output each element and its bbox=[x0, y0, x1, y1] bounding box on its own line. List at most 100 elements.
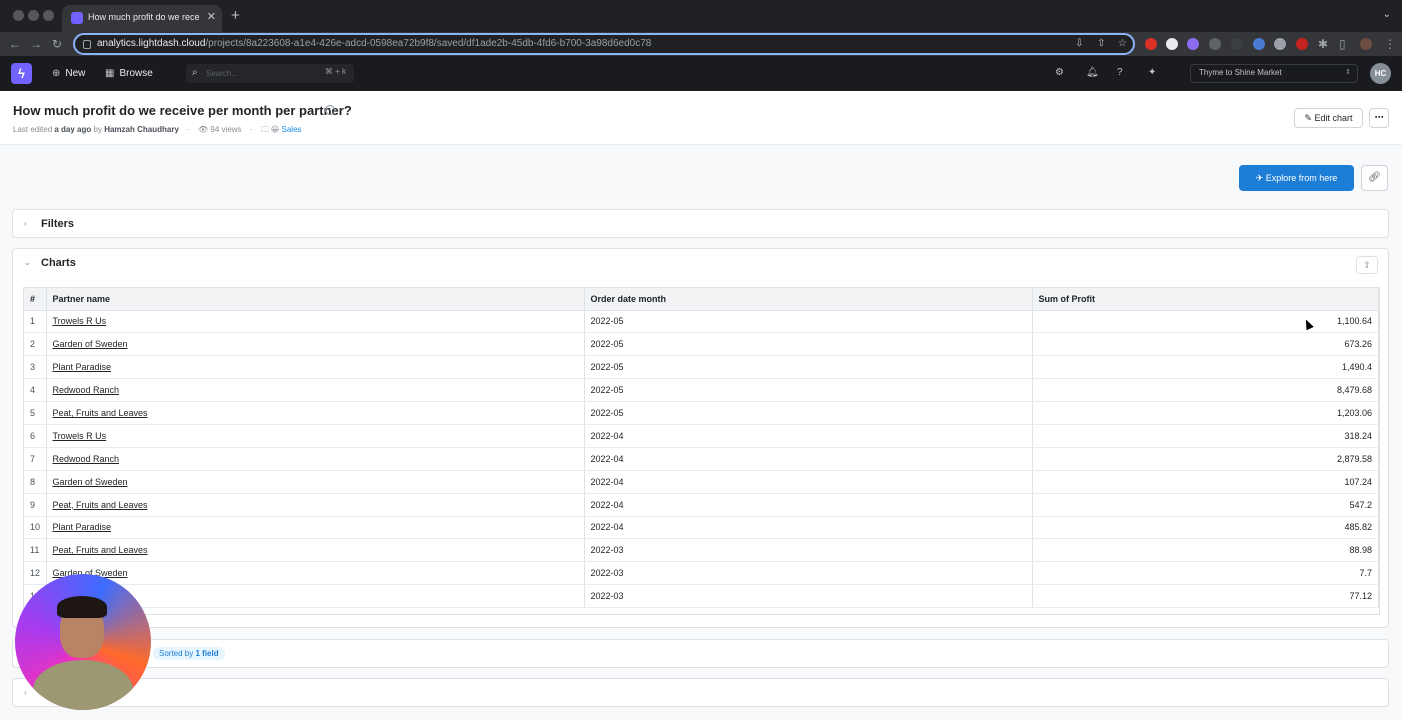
browser-menu-icon[interactable]: ⋮ bbox=[1384, 35, 1396, 53]
table-row[interactable]: 3 Plant Paradise 2022-05 1,490.4 bbox=[24, 355, 1379, 380]
explore-from-here-button[interactable]: ✈ Explore from here bbox=[1239, 165, 1354, 191]
window-close-dot[interactable] bbox=[13, 10, 24, 21]
profit-cell[interactable]: 7.7 bbox=[1032, 561, 1379, 586]
partner-cell[interactable]: Redwood Ranch bbox=[46, 447, 585, 471]
table-row[interactable]: 11 Peat, Fruits and Leaves 2022-03 88.98 bbox=[24, 538, 1379, 563]
export-icon[interactable]: ⇪ bbox=[1356, 256, 1378, 274]
partner-cell[interactable]: Peat, Fruits and Leaves bbox=[46, 493, 585, 517]
profit-cell[interactable]: 1,490.4 bbox=[1032, 355, 1379, 380]
partner-cell[interactable]: Garden of Sweden bbox=[46, 561, 585, 586]
bookmark-star-icon[interactable]: ☆ bbox=[1118, 38, 1127, 49]
table-row[interactable]: 8 Garden of Sweden 2022-04 107.24 bbox=[24, 470, 1379, 494]
partner-cell[interactable]: Peat, Fruits and Leaves bbox=[46, 401, 585, 425]
month-cell[interactable]: 2022-05 bbox=[584, 401, 1033, 425]
profit-cell[interactable]: 673.26 bbox=[1032, 332, 1379, 357]
partner-link[interactable]: Garden of Sweden bbox=[53, 339, 128, 349]
month-cell[interactable]: 2022-04 bbox=[584, 447, 1033, 471]
partner-link[interactable]: Peat, Fruits and Leaves bbox=[53, 408, 148, 418]
extensions-puzzle-icon[interactable]: ✱ bbox=[1318, 35, 1328, 53]
month-cell[interactable]: 2022-05 bbox=[584, 378, 1033, 403]
table-row[interactable]: 2 Garden of Sweden 2022-05 673.26 bbox=[24, 332, 1379, 357]
table-row[interactable]: 1 Trowels R Us 2022-05 1,100.64 bbox=[24, 310, 1379, 334]
month-cell[interactable]: 2022-04 bbox=[584, 493, 1033, 517]
extension-pen-icon[interactable] bbox=[1253, 38, 1265, 50]
install-app-icon[interactable]: ⇩ bbox=[1075, 38, 1083, 49]
window-zoom-dot[interactable] bbox=[43, 10, 54, 21]
extension-red-icon[interactable] bbox=[1145, 38, 1157, 50]
month-cell[interactable]: 2022-04 bbox=[584, 424, 1033, 448]
table-row[interactable]: 12 Garden of Sweden 2022-03 7.7 bbox=[24, 561, 1379, 586]
chevron-down-icon[interactable]: ⌄ bbox=[24, 258, 31, 267]
new-tab-icon[interactable]: + bbox=[231, 7, 240, 25]
month-cell[interactable]: 2022-05 bbox=[584, 310, 1033, 334]
tab-search-chevron-icon[interactable]: ⌄ bbox=[1383, 9, 1391, 20]
table-row[interactable]: 10 Plant Paradise 2022-04 485.82 bbox=[24, 516, 1379, 540]
table-row[interactable]: 132022-0377.12 bbox=[24, 584, 1379, 609]
profit-cell[interactable]: 2,879.58 bbox=[1032, 447, 1379, 471]
month-cell[interactable]: 2022-04 bbox=[584, 516, 1033, 540]
partner-cell[interactable]: Plant Paradise bbox=[46, 516, 585, 540]
table-row[interactable]: 4 Redwood Ranch 2022-05 8,479.68 bbox=[24, 378, 1379, 403]
site-info-icon[interactable] bbox=[83, 40, 91, 49]
chevron-right-icon[interactable]: › bbox=[24, 219, 27, 228]
partner-cell[interactable]: Peat, Fruits and Leaves bbox=[46, 538, 585, 563]
project-switcher[interactable]: Thyme to Shine Market ⇕ bbox=[1190, 64, 1358, 83]
partner-link[interactable]: Redwood Ranch bbox=[53, 385, 120, 395]
window-minimize-dot[interactable] bbox=[28, 10, 39, 21]
partner-cell[interactable]: Trowels R Us bbox=[46, 424, 585, 448]
url-text[interactable]: analytics.lightdash.cloud/projects/8a223… bbox=[97, 38, 651, 49]
back-icon[interactable]: ← bbox=[9, 35, 21, 53]
space-link[interactable]: Sales bbox=[282, 125, 302, 134]
extension-grey-icon[interactable] bbox=[1274, 38, 1286, 50]
search-bar[interactable]: ⌕ ⌘ + k bbox=[186, 64, 354, 83]
profit-cell[interactable]: 485.82 bbox=[1032, 516, 1379, 540]
month-cell[interactable]: 2022-03 bbox=[584, 584, 1033, 609]
search-input[interactable] bbox=[206, 67, 296, 80]
extension-1password-icon[interactable] bbox=[1166, 38, 1178, 50]
partner-link[interactable]: Plant Paradise bbox=[53, 362, 112, 372]
profit-cell[interactable]: 1,100.64 bbox=[1032, 310, 1379, 334]
profit-cell[interactable]: 318.24 bbox=[1032, 424, 1379, 448]
extension-purple-icon[interactable] bbox=[1187, 38, 1199, 50]
table-row[interactable]: 9 Peat, Fruits and Leaves 2022-04 547.2 bbox=[24, 493, 1379, 517]
profit-cell[interactable]: 8,479.68 bbox=[1032, 378, 1379, 403]
month-cell[interactable]: 2022-05 bbox=[584, 355, 1033, 380]
profile-avatar-icon[interactable] bbox=[1360, 38, 1372, 50]
table-row[interactable]: 6 Trowels R Us 2022-04 318.24 bbox=[24, 424, 1379, 448]
partner-link[interactable]: Plant Paradise bbox=[53, 522, 112, 532]
profit-cell[interactable]: 1,203.06 bbox=[1032, 401, 1379, 425]
notifications-bell-icon[interactable]: 🔔︎ bbox=[1086, 67, 1099, 79]
profit-cell[interactable]: 77.12 bbox=[1032, 584, 1379, 609]
partner-link[interactable]: Trowels R Us bbox=[53, 431, 107, 441]
address-bar[interactable]: analytics.lightdash.cloud/projects/8a223… bbox=[73, 33, 1135, 55]
table-row[interactable]: 7 Redwood Ranch 2022-04 2,879.58 bbox=[24, 447, 1379, 471]
more-options-button[interactable]: ⋯ bbox=[1369, 108, 1389, 128]
month-cell[interactable]: 2022-03 bbox=[584, 561, 1033, 586]
help-icon[interactable]: ? bbox=[1117, 67, 1123, 79]
partner-link[interactable]: Peat, Fruits and Leaves bbox=[53, 545, 148, 555]
whats-new-sparkle-icon[interactable]: ✦ bbox=[1148, 67, 1156, 79]
partner-link[interactable]: Redwood Ranch bbox=[53, 454, 120, 464]
new-button[interactable]: ⊕ New bbox=[52, 64, 85, 83]
user-avatar[interactable]: HC bbox=[1370, 63, 1391, 84]
browser-tab[interactable]: How much profit do we receive per month … bbox=[62, 5, 222, 32]
profit-cell[interactable]: 88.98 bbox=[1032, 538, 1379, 563]
partner-cell[interactable]: Garden of Sweden bbox=[46, 332, 585, 357]
profit-cell[interactable]: 107.24 bbox=[1032, 470, 1379, 494]
partner-cell[interactable]: Garden of Sweden bbox=[46, 470, 585, 494]
month-cell[interactable]: 2022-05 bbox=[584, 332, 1033, 357]
column-header-profit[interactable]: Sum of Profit bbox=[1032, 288, 1379, 311]
partner-cell[interactable]: Trowels R Us bbox=[46, 310, 585, 334]
reload-icon[interactable]: ↻ bbox=[52, 35, 62, 53]
column-header-partner[interactable]: Partner name bbox=[46, 288, 585, 311]
partner-link[interactable]: Peat, Fruits and Leaves bbox=[53, 500, 148, 510]
column-header-month[interactable]: Order date month bbox=[584, 288, 1033, 311]
extension-stack-icon[interactable] bbox=[1209, 38, 1221, 50]
extension-badge-icon[interactable] bbox=[1231, 38, 1243, 50]
profit-cell[interactable]: 547.2 bbox=[1032, 493, 1379, 517]
browse-button[interactable]: ▦ Browse bbox=[105, 64, 153, 83]
side-panel-icon[interactable]: ▯ bbox=[1339, 35, 1346, 53]
filters-panel[interactable]: › Filters bbox=[12, 209, 1389, 238]
info-icon[interactable]: i bbox=[325, 105, 335, 115]
copy-link-button[interactable]: 🔗︎ bbox=[1361, 165, 1388, 191]
